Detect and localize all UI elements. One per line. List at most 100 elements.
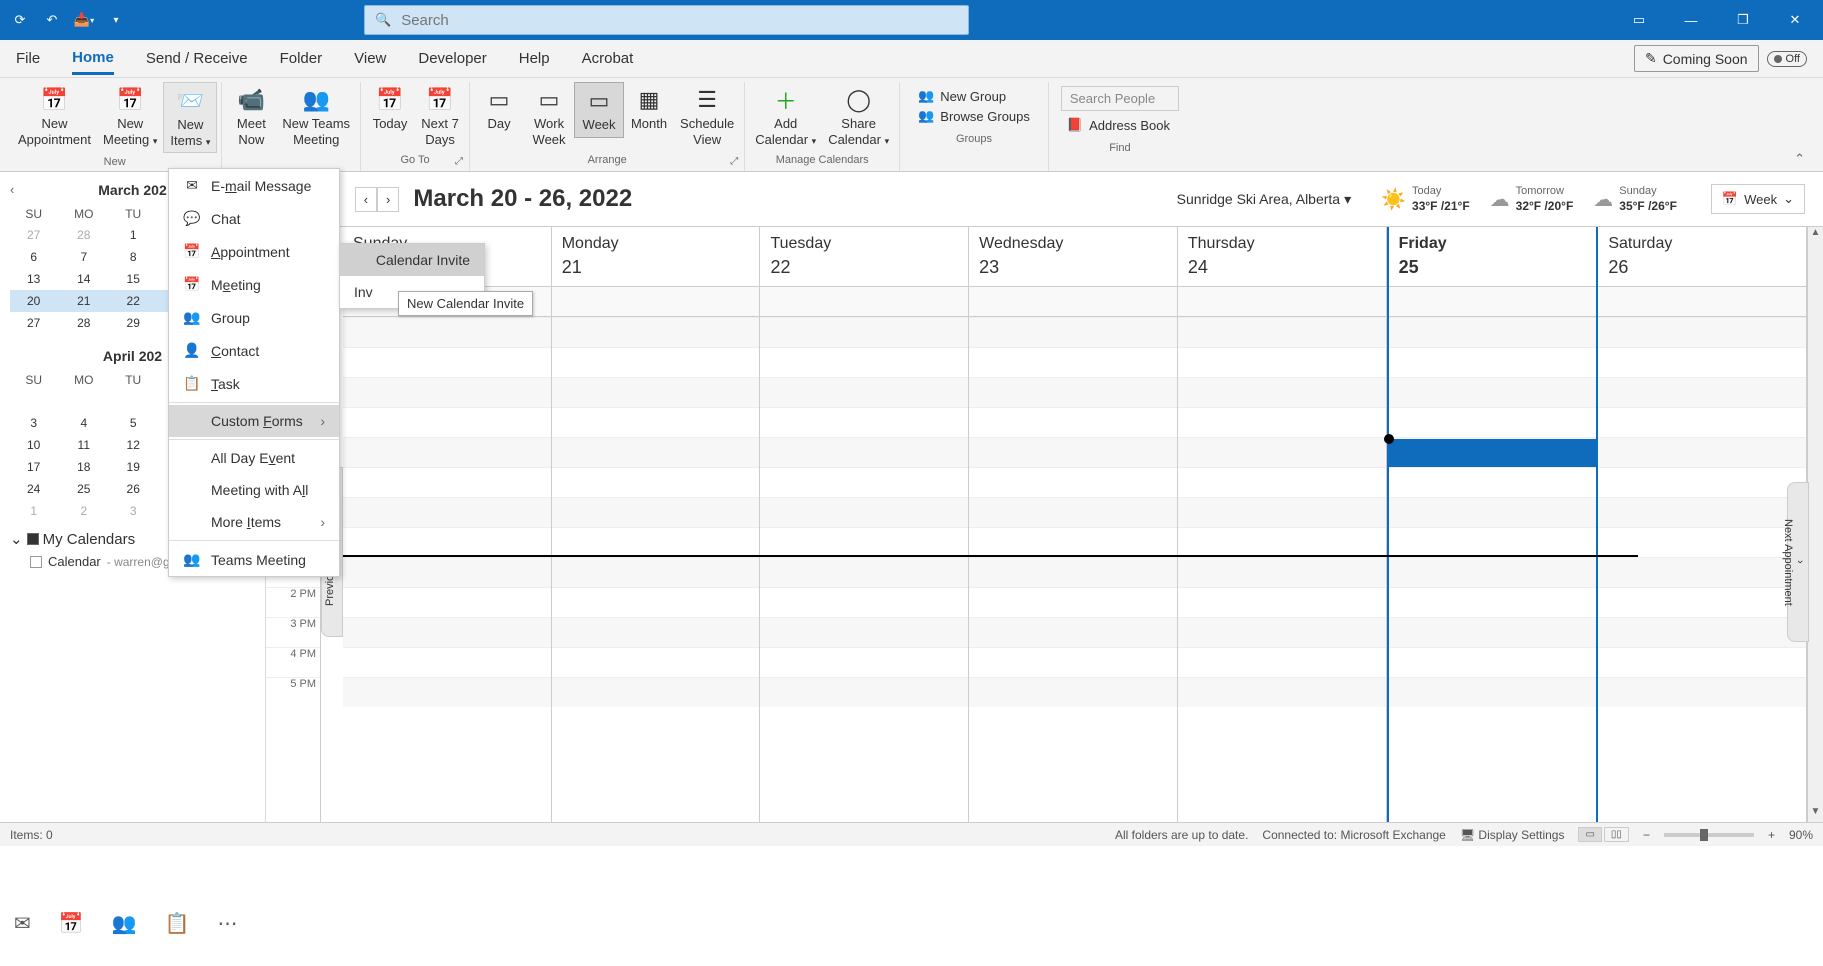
search-people-input[interactable]: Search People [1061,86,1179,111]
location-selector[interactable]: Sunridge Ski Area, Alberta ▾ [1177,191,1351,208]
menu-meeting-with-all[interactable]: Meeting with All [169,474,339,506]
menu-email-message[interactable]: ✉E-mail Message [169,169,339,202]
weather-today[interactable]: ☀️Today33°F /21°F [1381,184,1470,214]
new-teams-meeting-button[interactable]: 👥New Teams Meeting [276,82,356,151]
menu-teams-meeting[interactable]: 👥Teams Meeting [169,543,339,576]
week-view-button[interactable]: ▭Week [574,82,624,138]
share-calendar-button[interactable]: ◯Share Calendar ▾ [822,82,895,151]
time-3pm: 3 PM [266,617,320,647]
tasks-nav-icon[interactable]: 📋 [165,911,190,936]
work-week-view-button[interactable]: ▭Work Week [524,82,574,151]
day-column-wednesday[interactable]: Wednesday23 [969,227,1178,822]
group-groups-label: Groups [904,130,1044,148]
sync-icon[interactable]: ⟳ [8,8,32,32]
tab-developer[interactable]: Developer [418,44,486,73]
today-button[interactable]: 📅Today [365,82,415,136]
undo-icon[interactable]: ↶ [40,8,64,32]
new-group-button[interactable]: 👥New Group [912,86,1036,106]
view-reading-icon[interactable]: ▯▯ [1604,827,1629,842]
meet-now-button[interactable]: 📹Meet Now [226,82,276,151]
day-column-tuesday[interactable]: Tuesday22 [760,227,969,822]
tab-send-receive[interactable]: Send / Receive [146,44,248,73]
submenu-calendar-invite[interactable]: Calendar Invite [340,244,484,276]
weather-sunday[interactable]: ☁Sunday35°F /26°F [1593,184,1677,214]
prev-month-icon[interactable]: ‹ [10,182,14,197]
prev-week-icon[interactable]: ‹ [355,187,377,212]
close-icon[interactable]: ✕ [1775,5,1815,35]
calendar-event-block[interactable] [1389,439,1597,467]
day-view-button[interactable]: ▭Day [474,82,524,136]
new-items-button[interactable]: 📨New Items ▾ [163,82,217,153]
view-normal-icon[interactable]: ▭ [1578,827,1601,842]
menu-chat[interactable]: 💬Chat [169,202,339,235]
week-label: Week [583,117,616,133]
ribbon-display-icon[interactable]: ▭ [1619,5,1659,35]
calendar-nav-icon[interactable]: 📅 [59,911,84,936]
search-input[interactable] [401,12,958,29]
next-week-icon[interactable]: › [377,187,399,212]
archive-icon[interactable]: 📥▾ [72,8,96,32]
weather-tomorrow[interactable]: ☁Tomorrow32°F /20°F [1490,184,1574,214]
zoom-in-icon[interactable]: + [1768,828,1775,842]
collapse-ribbon-icon[interactable]: ⌃ [1784,147,1815,171]
day-column-saturday[interactable]: Saturday26 [1598,227,1807,822]
schedule-view-button[interactable]: ☰Schedule View [674,82,740,151]
day-column-monday[interactable]: Monday21 [552,227,761,822]
next-7-days-button[interactable]: 📅Next 7 Days [415,82,465,151]
workweek-icon: ▭ [539,86,560,114]
more-nav-icon[interactable]: ⋯ [217,911,237,936]
menu-task[interactable]: 📋Task [169,367,339,400]
goto-launcher-icon[interactable]: ⤢ [455,156,463,167]
checkbox-icon[interactable] [27,533,39,545]
menu-more-items[interactable]: More Items› [169,506,339,538]
maximize-icon[interactable]: ❐ [1723,5,1763,35]
chevron-down-icon: ⌄ [10,530,23,548]
browse-groups-button[interactable]: 👥Browse Groups [912,106,1036,126]
tab-home[interactable]: Home [72,43,114,75]
menu-contact[interactable]: 👤Contact [169,334,339,367]
month-view-button[interactable]: ▦Month [624,82,674,136]
search-box[interactable]: 🔍 [364,5,969,35]
new-appointment-button[interactable]: 📅New Appointment [12,82,97,151]
menu-meeting[interactable]: 📅Meeting [169,268,339,301]
tab-folder[interactable]: Folder [280,44,323,73]
tab-acrobat[interactable]: Acrobat [582,44,634,73]
mail-nav-icon[interactable]: ✉ [14,911,31,936]
new-group-label: New Group [940,89,1006,104]
day-column-friday[interactable]: Friday25 [1387,227,1599,822]
share-calendar-label: Share Calendar ▾ [828,116,889,147]
zoom-out-icon[interactable]: − [1643,828,1650,842]
day-column-thursday[interactable]: Thursday24 [1178,227,1387,822]
day-column-sunday[interactable]: Sunday20 [343,227,552,822]
next-appointment-tab[interactable]: ›Next Appointment [1787,482,1809,642]
zoom-slider[interactable] [1664,833,1754,837]
connection-status: Connected to: Microsoft Exchange [1262,828,1445,842]
calendar-toolbar: Today ‹ › March 20 - 26, 2022 Sunridge S… [266,172,1823,226]
tab-view[interactable]: View [354,44,386,73]
new-meeting-button[interactable]: 📅New Meeting ▾ [97,82,163,151]
menu-group[interactable]: 👥Group [169,301,339,334]
add-calendar-button[interactable]: ＋Add Calendar ▾ [749,82,822,151]
toggle-off-label: Off [1786,53,1800,65]
qat-customize-icon[interactable]: ▾ [104,8,128,32]
scroll-up-icon[interactable]: ▲ [1808,227,1823,243]
scroll-down-icon[interactable]: ▼ [1808,806,1823,822]
coming-soon-toggle[interactable]: Off [1767,51,1807,67]
minimize-icon[interactable]: — [1671,5,1711,35]
people-nav-icon[interactable]: 👥 [112,911,137,936]
tab-file[interactable]: File [16,44,40,73]
chevron-right-icon: › [320,413,325,429]
menu-custom-forms[interactable]: Custom Forms› [169,405,339,437]
tab-help[interactable]: Help [519,44,550,73]
address-book-button[interactable]: 📕Address Book [1061,115,1179,135]
chevron-down-icon: ▾ [1344,191,1351,208]
vertical-scrollbar[interactable]: ▲ ▼ [1807,227,1823,822]
menu-appointment[interactable]: 📅Appointment [169,235,339,268]
checkbox-icon[interactable] [30,556,42,568]
display-settings-button[interactable]: 🖥 Display Settings [1460,828,1565,842]
arrange-launcher-icon[interactable]: ⤢ [730,156,738,167]
schedule-label: Schedule View [680,116,734,147]
view-selector[interactable]: 📅 Week ⌄ [1711,184,1805,214]
menu-all-day-event[interactable]: All Day Event [169,442,339,474]
coming-soon-button[interactable]: ✎ Coming Soon [1634,45,1759,72]
